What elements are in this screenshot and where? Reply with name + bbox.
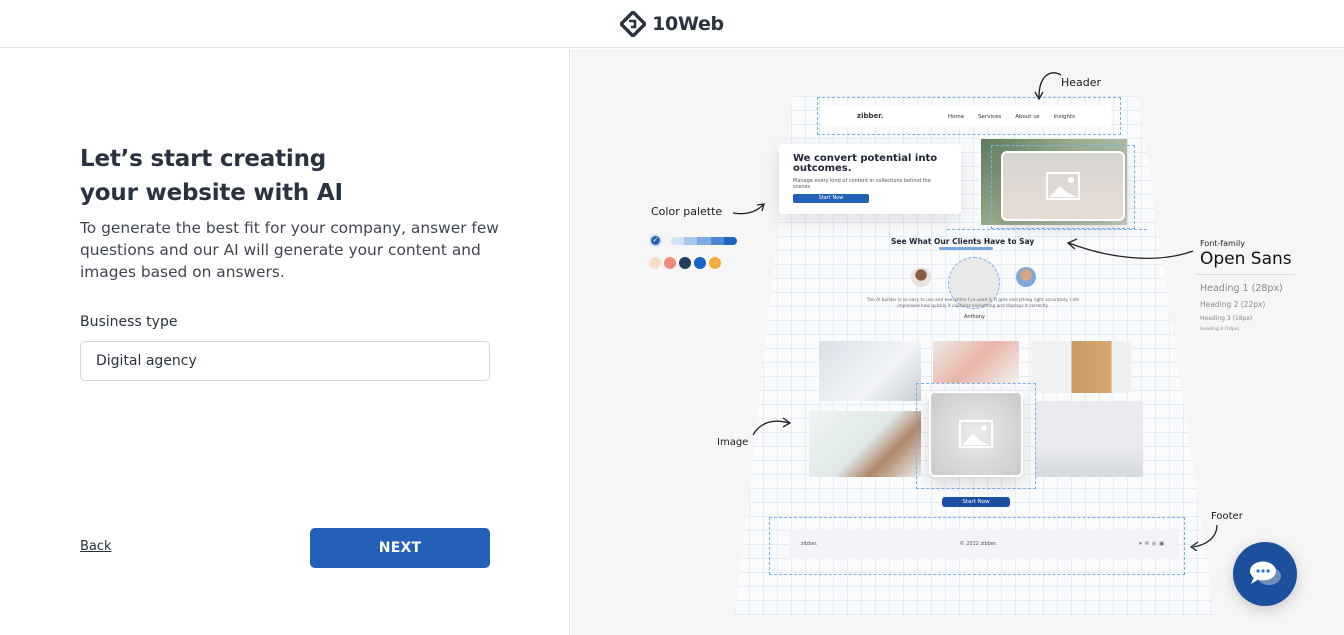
mock-hero-button: Start Now <box>793 194 869 203</box>
palette-blue-shade <box>671 236 685 245</box>
font-family-name: Open Sans <box>1200 249 1292 269</box>
divider <box>1195 274 1295 275</box>
gallery-photo-tablet <box>819 341 921 401</box>
font-family-annotation: Font-family <box>1200 239 1245 248</box>
heading-2-sample: Heading 2 (22px) <box>1200 300 1266 309</box>
header-annotation: Header <box>1061 76 1102 89</box>
mock-nav-item: Home <box>947 113 965 120</box>
palette-blue-shade <box>697 236 711 245</box>
mock-site-header: zibber. Home Services About us Insights <box>821 106 1111 126</box>
gallery-photo-cup <box>1035 401 1143 477</box>
title-line-1: Let’s start creating <box>80 146 327 172</box>
palette-blue-shade <box>684 236 698 245</box>
mock-site-nav: Home Services About us Insights <box>936 113 1075 120</box>
palette-swatch[interactable] <box>649 257 661 269</box>
client-avatar <box>1016 267 1036 287</box>
mock-nav-item: Insights <box>1053 113 1075 120</box>
font-family-panel: Font-family Open Sans Heading 1 (28px) H… <box>1195 239 1295 332</box>
gallery-photo-folder <box>1031 341 1131 393</box>
blue-gradient-bar <box>671 236 737 245</box>
brand-name: 10Web <box>652 12 724 35</box>
mock-nav-item: About us <box>1015 113 1040 120</box>
business-type-input[interactable] <box>80 341 490 381</box>
clients-arrow-icon <box>1066 238 1194 259</box>
palette-swatch[interactable] <box>664 257 676 269</box>
footer-dashed-outline <box>769 517 1185 575</box>
palette-swatch-row <box>649 257 721 269</box>
chat-bubble-icon <box>1250 561 1281 585</box>
business-type-label: Business type <box>80 314 178 330</box>
color-palette-annotation: Color palette <box>651 205 723 218</box>
chat-widget-button[interactable] <box>1233 542 1297 606</box>
palette-blue-shade <box>723 236 737 245</box>
image-placeholder-icon <box>959 420 993 448</box>
back-link[interactable]: Back <box>80 539 112 554</box>
mock-hero-subtitle: Manage every kind of content in collecti… <box>793 178 931 190</box>
mock-gallery-button: Start Now <box>942 497 1010 507</box>
mock-testimonial: The AI builder is so easy to use and eve… <box>866 298 1080 309</box>
mock-site-brand: zibber. <box>857 112 884 120</box>
image-arrow-icon <box>752 417 792 436</box>
palette-swatch[interactable] <box>679 257 691 269</box>
mock-nav-item: Services <box>978 113 1002 120</box>
footer-arrow-icon <box>1189 524 1218 551</box>
clients-title-underline <box>939 247 993 250</box>
10web-logo-icon <box>620 10 647 37</box>
client-avatar <box>911 267 931 287</box>
hero-image-placeholder <box>1001 151 1125 221</box>
gallery-photo-bag <box>933 341 1019 383</box>
website-preview-illustration: zibber. Home Services About us Insights … <box>571 49 1344 635</box>
clients-dashed-line <box>947 229 1147 230</box>
logo[interactable]: 10Web <box>620 10 724 37</box>
gallery-photo-woman <box>809 411 921 477</box>
image-annotation: Image <box>717 437 749 448</box>
title-line-2: your website with AI <box>80 180 343 206</box>
mock-hero-title: We convert potential into outcomes. <box>793 153 938 174</box>
selected-check-icon[interactable]: ✓ <box>649 234 662 247</box>
image-placeholder-icon <box>1046 172 1080 200</box>
gallery-image-placeholder <box>929 391 1023 477</box>
palette-arrow-icon <box>732 203 765 215</box>
palette-blue-row: ✓ <box>649 234 737 247</box>
palette-swatch[interactable] <box>694 257 706 269</box>
mock-clients-title: See What Our Clients Have to Say <box>891 237 1035 246</box>
onboarding-form-panel: Let’s start creating your website with A… <box>0 49 570 635</box>
footer-annotation: Footer <box>1211 511 1243 522</box>
next-button[interactable]: NEXT <box>310 528 490 568</box>
heading-4-sample: Heading 4 (14px) <box>1200 327 1240 332</box>
page-description: To generate the best fit for your compan… <box>80 219 499 281</box>
heading-3-sample: Heading 3 (18px) <box>1200 315 1253 322</box>
page-title: Let’s start creating your website with A… <box>80 142 343 210</box>
palette-blue-shade <box>710 236 724 245</box>
heading-1-sample: Heading 1 (28px) <box>1200 283 1283 294</box>
mock-hero-card: We convert potential into outcomes. Mana… <box>779 144 961 214</box>
palette-swatch[interactable] <box>709 257 721 269</box>
top-bar: 10Web <box>0 0 1344 48</box>
mock-testimonial-author: Anthony <box>964 314 985 320</box>
header-arrow-icon <box>1034 72 1062 101</box>
